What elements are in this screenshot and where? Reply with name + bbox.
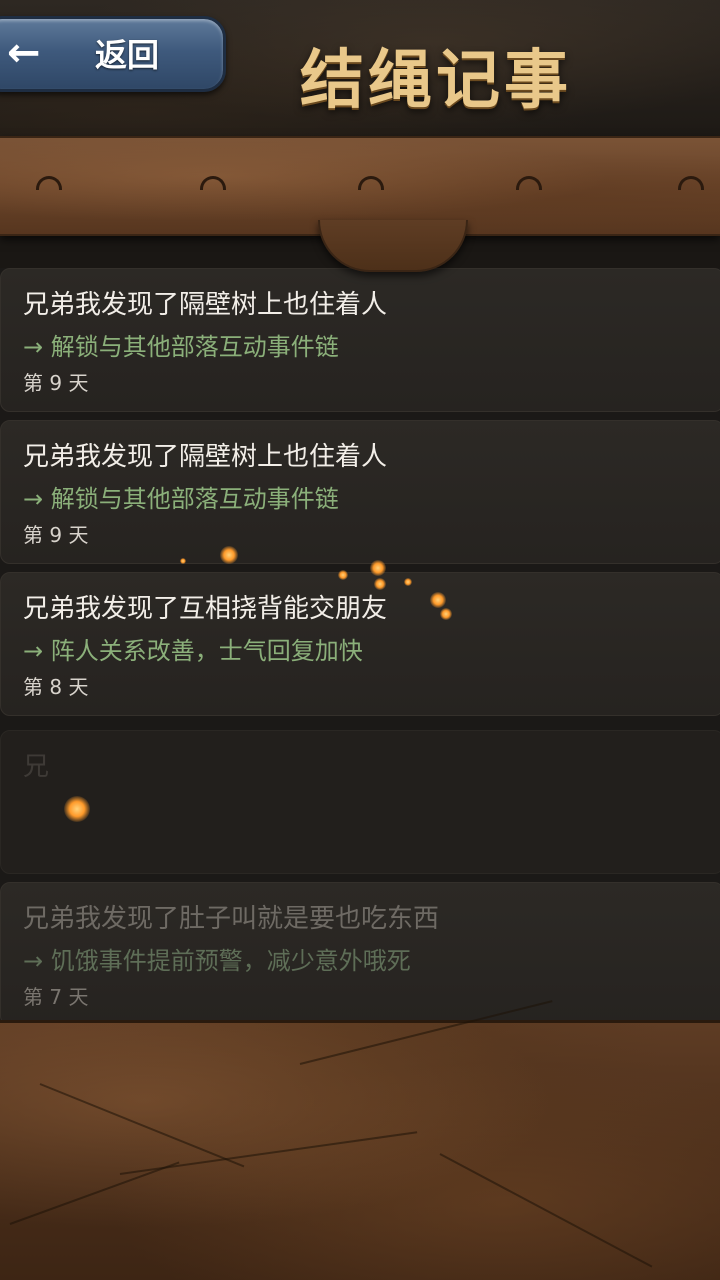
- leather-crease: [439, 1153, 653, 1268]
- record-title: 兄弟我发现了隔壁树上也住着人: [23, 442, 388, 472]
- record-effect: → 饥饿事件提前预警，减少意外哦死: [23, 947, 411, 975]
- record-title: 兄弟我发现了互相挠背能交朋友: [23, 594, 388, 624]
- record-card[interactable]: 兄弟我发现了互相挠背能交朋友 → 阵人关系改善，士气回复加快 第 8 天: [0, 572, 720, 716]
- record-effect: → 解锁与其他部落互动事件链: [23, 485, 339, 513]
- spark-particle: [370, 560, 386, 576]
- arrow-left-icon: ←: [7, 30, 41, 76]
- spark-particle: [338, 570, 348, 580]
- spark-particle: [180, 558, 186, 564]
- record-title: 兄: [23, 752, 50, 782]
- record-effect: → 阵人关系改善，士气回复加快: [23, 637, 363, 665]
- record-card[interactable]: 兄弟我发现了隔壁树上也住着人 → 解锁与其他部落互动事件链 第 9 天: [0, 268, 720, 412]
- record-day: 第 9 天: [23, 523, 89, 547]
- record-title: 兄弟我发现了肚子叫就是要也吃东西: [23, 904, 440, 934]
- spark-particle: [220, 546, 238, 564]
- record-card[interactable]: 兄弟我发现了肚子叫就是要也吃东西 → 饥饿事件提前预警，减少意外哦死 第 7 天: [0, 882, 720, 1022]
- spark-particle: [64, 796, 90, 822]
- leather-crease: [39, 1083, 245, 1168]
- record-day: 第 9 天: [23, 371, 89, 395]
- spark-particle: [404, 578, 412, 586]
- record-title: 兄弟我发现了隔壁树上也住着人: [23, 290, 388, 320]
- spark-particle: [430, 592, 446, 608]
- record-card[interactable]: 兄弟我发现了隔壁树上也住着人 → 解锁与其他部落互动事件链 第 9 天: [0, 420, 720, 564]
- record-day: 第 8 天: [23, 675, 89, 699]
- record-effect: → 解锁与其他部落互动事件链: [23, 333, 339, 361]
- header-bar: ← 返回 结绳记事: [0, 0, 720, 140]
- record-list[interactable]: 兄弟我发现了隔壁树上也住着人 → 解锁与其他部落互动事件链 第 9 天 兄弟我发…: [0, 268, 720, 1022]
- record-card[interactable]: 兄: [0, 730, 720, 874]
- back-button[interactable]: ← 返回: [0, 16, 226, 92]
- spark-particle: [440, 608, 452, 620]
- page-title: 结绳记事: [300, 44, 572, 118]
- back-button-label: 返回: [95, 36, 160, 74]
- leather-footer: [0, 1000, 720, 1280]
- record-day: 第 7 天: [23, 985, 89, 1009]
- spark-particle: [374, 578, 386, 590]
- leather-crease: [9, 1161, 180, 1225]
- strap-tab: [318, 220, 468, 272]
